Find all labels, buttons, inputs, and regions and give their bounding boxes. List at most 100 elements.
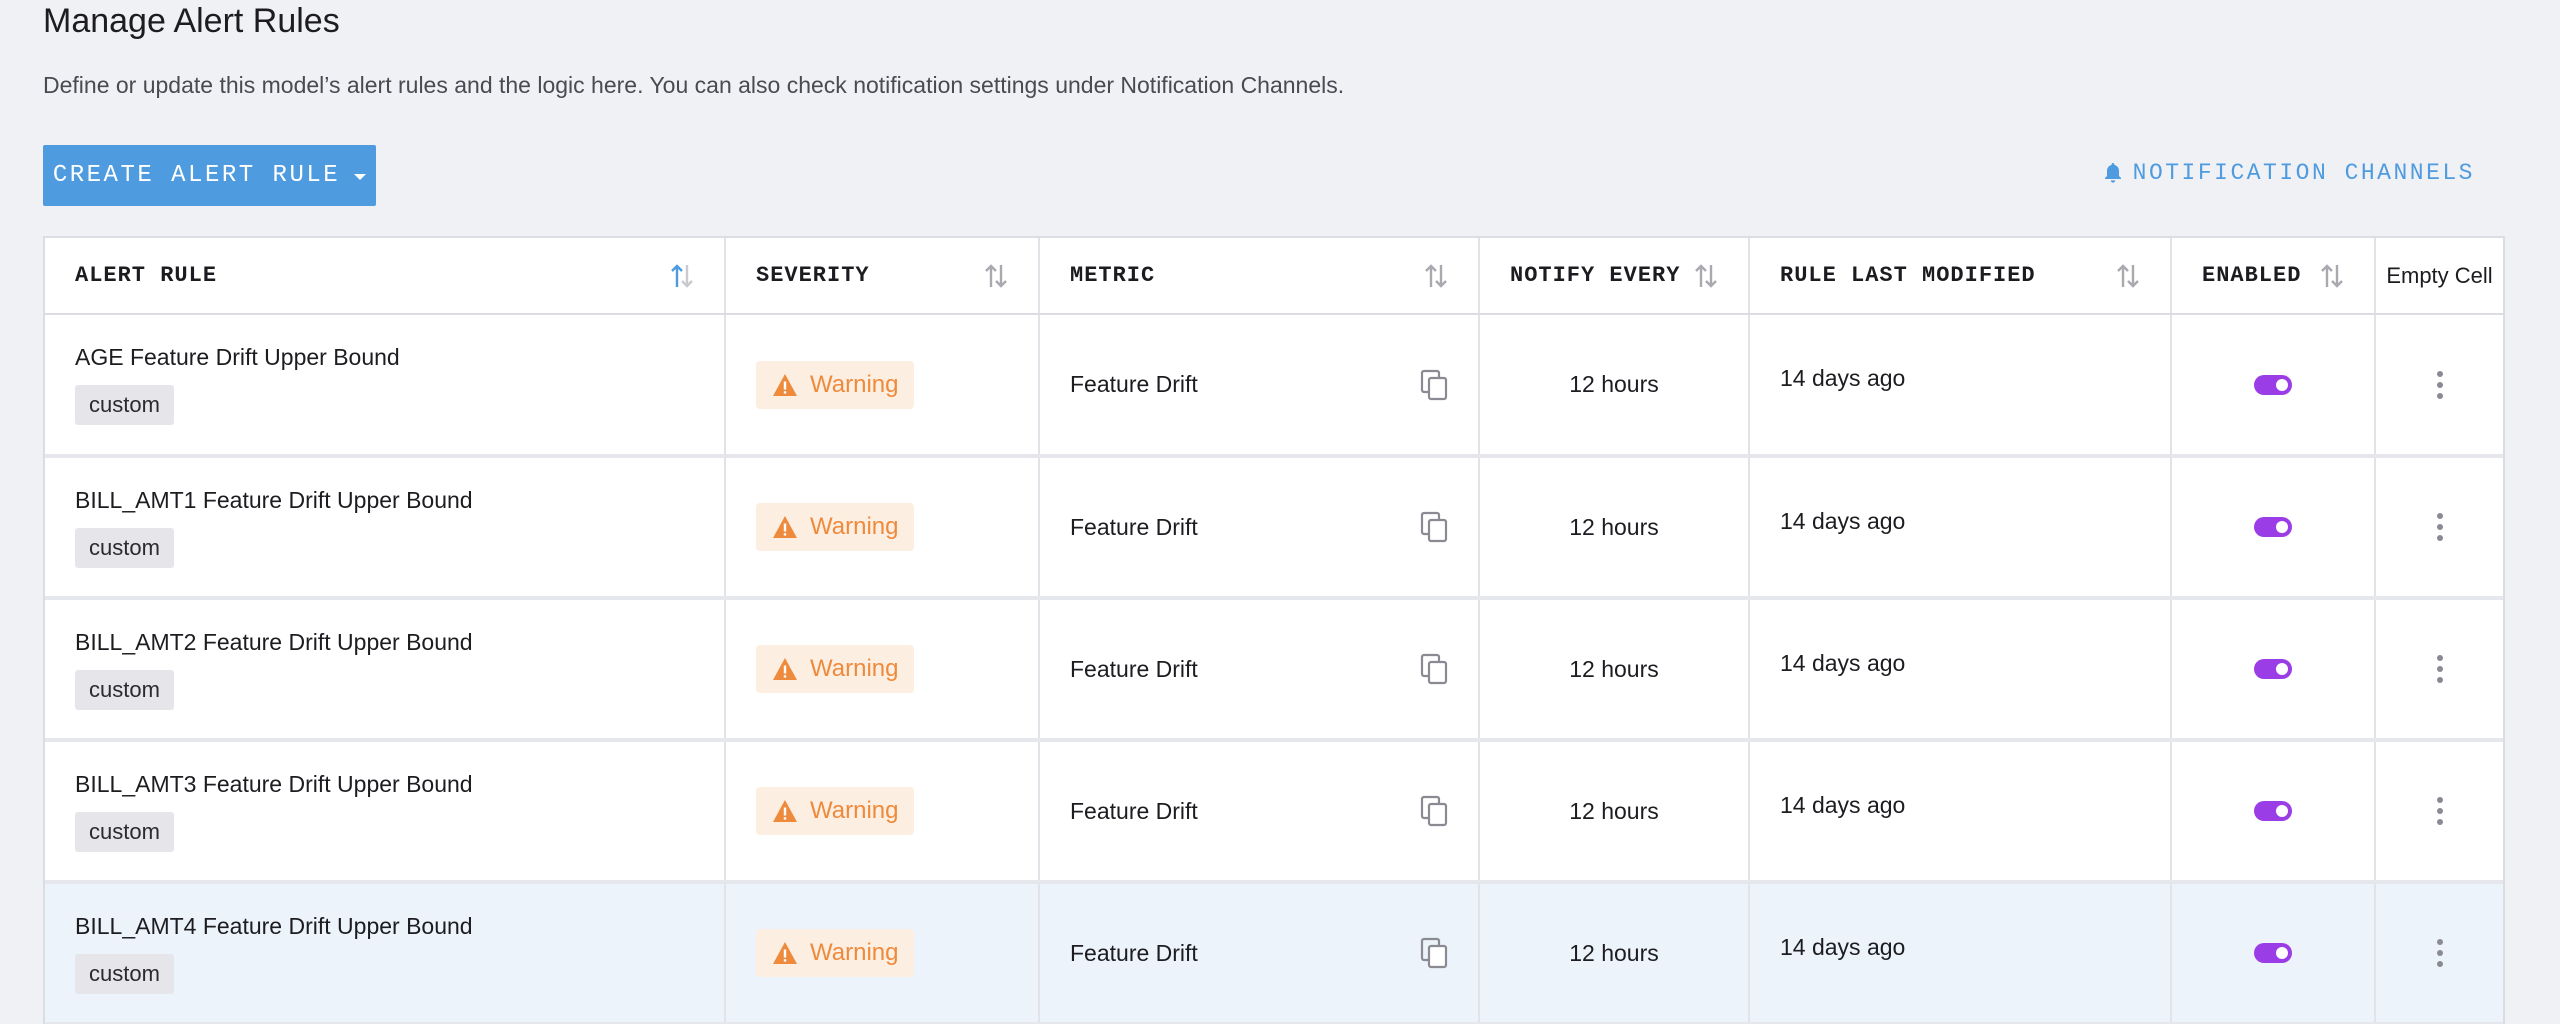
create-alert-rule-button[interactable]: CREATE ALERT RULE (43, 145, 376, 206)
header-severity[interactable]: SEVERITY (725, 238, 1040, 315)
sort-icon[interactable] (2116, 262, 2140, 290)
sort-icon[interactable] (1694, 262, 1718, 290)
header-notify-every[interactable]: NOTIFY EVERY (1479, 238, 1750, 315)
warning-icon (773, 373, 797, 396)
rule-name[interactable]: BILL_AMT1 Feature Drift Upper Bound (75, 487, 694, 514)
header-notify-every-label: NOTIFY EVERY (1510, 263, 1681, 288)
alert-rules-table: ALERT RULE SEVERITY METRIC NOTIFY EVERY … (43, 236, 2505, 1024)
warning-icon (773, 658, 797, 680)
severity-badge: Warning (756, 787, 915, 835)
page-title: Manage Alert Rules (43, 2, 340, 40)
cell-severity: Warning (725, 740, 1040, 884)
cell-actions (2375, 314, 2503, 458)
cell-actions (2375, 882, 2503, 1024)
bell-icon (2104, 163, 2121, 183)
cell-metric: Feature Drift (1039, 598, 1480, 742)
header-metric[interactable]: METRIC (1039, 238, 1480, 315)
cell-alert-rule: BILL_AMT2 Feature Drift Upper Bound cust… (45, 598, 726, 742)
severity-label: Warning (810, 939, 899, 966)
copy-icon[interactable] (1420, 653, 1448, 685)
cell-rule-last-modified: 14 days ago (1749, 456, 2172, 600)
header-rule-last-modified-label: RULE LAST MODIFIED (1780, 263, 2036, 288)
enabled-toggle[interactable] (2254, 374, 2292, 395)
cell-notify-every: 12 hours (1479, 740, 1750, 884)
metric-label: Feature Drift (1070, 939, 1198, 966)
header-enabled[interactable]: ENABLED (2171, 238, 2376, 315)
cell-notify-every: 12 hours (1479, 314, 1750, 458)
copy-icon[interactable] (1420, 795, 1448, 827)
cell-metric: Feature Drift (1039, 740, 1480, 884)
cell-severity: Warning (725, 314, 1040, 458)
severity-label: Warning (810, 655, 899, 682)
header-severity-label: SEVERITY (756, 263, 870, 288)
rule-tag: custom (75, 811, 174, 852)
rule-name[interactable]: AGE Feature Drift Upper Bound (75, 344, 694, 371)
enabled-toggle[interactable] (2254, 801, 2292, 821)
cell-actions (2375, 456, 2503, 600)
copy-icon[interactable] (1420, 511, 1448, 543)
cell-severity: Warning (725, 598, 1040, 742)
header-empty-cell: Empty Cell (2375, 238, 2503, 315)
rule-name[interactable]: BILL_AMT2 Feature Drift Upper Bound (75, 629, 694, 656)
metric-label: Feature Drift (1070, 655, 1198, 682)
enabled-toggle[interactable] (2254, 517, 2292, 537)
sort-icon[interactable] (984, 262, 1008, 290)
cell-severity: Warning (725, 456, 1040, 600)
severity-badge: Warning (756, 360, 915, 409)
header-rule-last-modified[interactable]: RULE LAST MODIFIED (1749, 238, 2172, 315)
cell-notify-every: 12 hours (1479, 882, 1750, 1024)
cell-enabled (2171, 740, 2376, 884)
header-enabled-label: ENABLED (2202, 263, 2302, 288)
copy-icon[interactable] (1420, 937, 1448, 969)
more-vertical-icon[interactable] (2435, 654, 2445, 684)
severity-label: Warning (810, 513, 899, 540)
rule-name[interactable]: BILL_AMT3 Feature Drift Upper Bound (75, 771, 694, 798)
warning-icon (773, 516, 797, 538)
table-row[interactable]: BILL_AMT4 Feature Drift Upper Bound cust… (45, 882, 2503, 1024)
severity-badge: Warning (756, 503, 915, 551)
notification-channels-link[interactable]: NOTIFICATION CHANNELS (2103, 160, 2475, 186)
metric-label: Feature Drift (1070, 797, 1198, 824)
cell-alert-rule: AGE Feature Drift Upper Bound custom (45, 314, 726, 458)
cell-actions (2375, 598, 2503, 742)
more-vertical-icon[interactable] (2435, 370, 2445, 400)
page-description: Define or update this model’s alert rule… (43, 72, 1345, 98)
enabled-toggle[interactable] (2254, 659, 2292, 679)
cell-metric: Feature Drift (1039, 456, 1480, 600)
table-row[interactable]: AGE Feature Drift Upper Bound custom War… (45, 314, 2503, 458)
severity-badge: Warning (756, 929, 915, 977)
cell-alert-rule: BILL_AMT3 Feature Drift Upper Bound cust… (45, 740, 726, 884)
rule-tag: custom (75, 385, 174, 425)
severity-label: Warning (810, 370, 899, 398)
enabled-toggle[interactable] (2254, 943, 2292, 963)
table-header-row: ALERT RULE SEVERITY METRIC NOTIFY EVERY … (45, 238, 2503, 315)
sort-icon[interactable] (1424, 262, 1448, 290)
rule-name[interactable]: BILL_AMT4 Feature Drift Upper Bound (75, 913, 694, 940)
more-vertical-icon[interactable] (2435, 512, 2445, 542)
cell-rule-last-modified: 14 days ago (1749, 598, 2172, 742)
cell-alert-rule: BILL_AMT1 Feature Drift Upper Bound cust… (45, 456, 726, 600)
cell-rule-last-modified: 14 days ago (1749, 882, 2172, 1024)
rule-tag: custom (75, 669, 174, 710)
cell-enabled (2171, 314, 2376, 458)
table-row[interactable]: BILL_AMT2 Feature Drift Upper Bound cust… (45, 598, 2503, 742)
severity-label: Warning (810, 797, 899, 824)
more-vertical-icon[interactable] (2435, 796, 2445, 826)
caret-down-icon (354, 174, 367, 180)
cell-alert-rule: BILL_AMT4 Feature Drift Upper Bound cust… (45, 882, 726, 1024)
copy-icon[interactable] (1420, 369, 1448, 401)
notification-channels-label: NOTIFICATION CHANNELS (2132, 160, 2475, 186)
cell-notify-every: 12 hours (1479, 456, 1750, 600)
sort-ascending-icon[interactable] (670, 262, 694, 290)
table-row[interactable]: BILL_AMT1 Feature Drift Upper Bound cust… (45, 456, 2503, 600)
more-vertical-icon[interactable] (2435, 938, 2445, 968)
warning-icon (773, 942, 797, 964)
cell-enabled (2171, 598, 2376, 742)
cell-rule-last-modified: 14 days ago (1749, 740, 2172, 884)
header-alert-rule[interactable]: ALERT RULE (45, 238, 726, 315)
table-row[interactable]: BILL_AMT3 Feature Drift Upper Bound cust… (45, 740, 2503, 884)
cell-metric: Feature Drift (1039, 882, 1480, 1024)
sort-icon[interactable] (2320, 262, 2344, 290)
severity-badge: Warning (756, 645, 915, 693)
metric-label: Feature Drift (1070, 513, 1198, 540)
